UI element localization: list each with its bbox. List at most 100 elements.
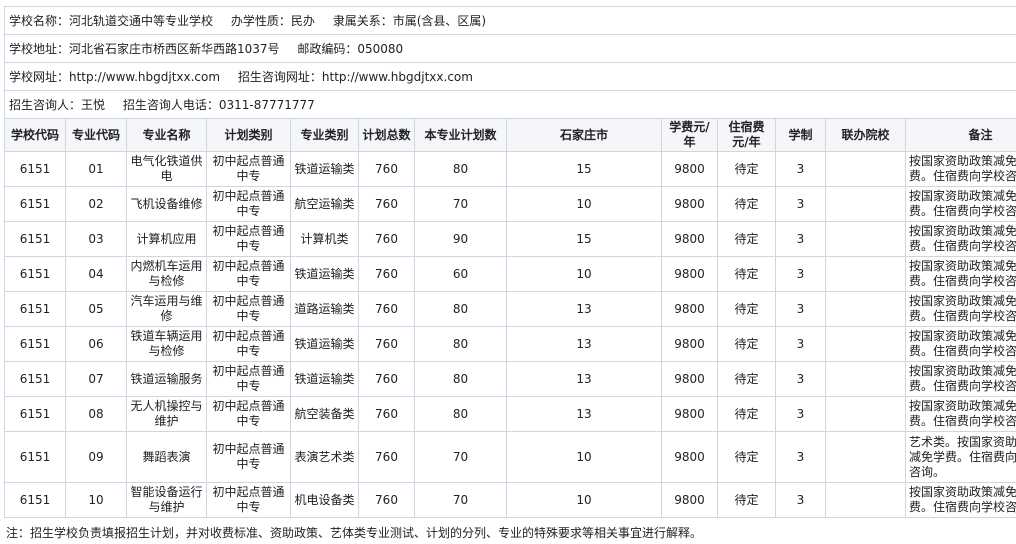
cell-partner [825,396,906,432]
cell-total: 760 [358,326,415,362]
cell-category: 航空装备类 [290,396,359,432]
header-plan-type: 计划类别 [206,118,291,152]
cell-partner [825,221,906,257]
cell-category: 表演艺术类 [290,431,359,483]
cell-partner [825,431,906,483]
cell-school-code: 6151 [4,326,66,362]
cell-partner [825,291,906,327]
cell-total: 760 [358,256,415,292]
cell-tuition: 9800 [661,291,718,327]
cell-major-plan: 60 [414,256,507,292]
cell-shijiazhuang: 13 [506,396,662,432]
info-row-website: 学校网址：http://www.hbgdjtxx.com 招生咨询网址：http… [4,62,1016,91]
cell-plan-type: 初中起点普通中专 [206,186,291,222]
table-row: 6151 08 无人机操控与维护 初中起点普通中专 航空装备类 760 80 13 9800 待定… [4,396,1016,432]
cell-total: 760 [358,291,415,327]
cell-tuition: 9800 [661,186,718,222]
cell-shijiazhuang: 10 [506,431,662,483]
cell-shijiazhuang: 10 [506,256,662,292]
cell-lodging: 待定 [717,291,776,327]
cell-school-code: 6151 [4,431,66,483]
cell-years: 3 [775,482,826,518]
cell-school-code: 6151 [4,482,66,518]
header-total: 计划总数 [358,118,415,152]
enroll-website-link[interactable]: 招生咨询网址：http://www.hbgdjtxx.com [238,70,473,84]
cell-major-name: 电气化铁道供电 [126,151,207,187]
cell-partner [825,482,906,518]
cell-major-plan: 80 [414,396,507,432]
cell-major-name: 无人机操控与维护 [126,396,207,432]
cell-note: 按国家资助政策减免学费。住宿费向学校咨询。 [905,221,1016,257]
table-row: 6151 10 智能设备运行与维护 初中起点普通中专 机电设备类 760 70 10 9800 待… [4,482,1016,518]
cell-major-code: 06 [65,326,127,362]
cell-school-code: 6151 [4,221,66,257]
cell-years: 3 [775,361,826,397]
cell-major-code: 07 [65,361,127,397]
cell-major-plan: 70 [414,431,507,483]
table-row: 6151 04 内燃机车运用与检修 初中起点普通中专 铁道运输类 760 60 10 9800 待… [4,256,1016,292]
school-postcode: 邮政编码：050080 [297,42,404,56]
cell-lodging: 待定 [717,256,776,292]
table-header-row: 学校代码 专业代码 专业名称 计划类别 专业类别 计划总数 本专业计划数 石家庄… [4,118,1016,152]
cell-years: 3 [775,291,826,327]
header-years: 学制 [775,118,826,152]
cell-lodging: 待定 [717,396,776,432]
cell-major-code: 10 [65,482,127,518]
cell-major-name: 铁道车辆运用与检修 [126,326,207,362]
cell-tuition: 9800 [661,396,718,432]
cell-tuition: 9800 [661,326,718,362]
cell-shijiazhuang: 10 [506,186,662,222]
cell-category: 道路运输类 [290,291,359,327]
cell-major-plan: 70 [414,186,507,222]
cell-plan-type: 初中起点普通中专 [206,151,291,187]
cell-major-name: 舞蹈表演 [126,431,207,483]
enrollment-table: 学校名称：河北轨道交通中等专业学校 办学性质：民办 隶属关系：市属(含县、区属)… [4,6,1016,518]
cell-major-name: 飞机设备维修 [126,186,207,222]
cell-years: 3 [775,151,826,187]
cell-years: 3 [775,256,826,292]
cell-note: 按国家资助政策减免学费。住宿费向学校咨询。 [905,256,1016,292]
contact-person: 招生咨询人：王悦 [9,98,106,112]
cell-lodging: 待定 [717,186,776,222]
cell-years: 3 [775,221,826,257]
cell-total: 760 [358,431,415,483]
cell-lodging: 待定 [717,326,776,362]
header-major-name: 专业名称 [126,118,207,152]
cell-plan-type: 初中起点普通中专 [206,326,291,362]
cell-major-code: 08 [65,396,127,432]
header-major-code: 专业代码 [65,118,127,152]
table-row: 6151 05 汽车运用与维修 初中起点普通中专 道路运输类 760 80 13 9800 待定 3… [4,291,1016,327]
info-row-address: 学校地址：河北省石家庄市桥西区新华西路1037号 邮政编码：050080 [4,34,1016,63]
cell-years: 3 [775,431,826,483]
cell-major-code: 05 [65,291,127,327]
cell-major-plan: 80 [414,361,507,397]
cell-major-code: 02 [65,186,127,222]
cell-note: 艺术类。按国家资助政策减免学费。住宿费向学校咨询。 [905,431,1016,483]
cell-years: 3 [775,326,826,362]
header-partner: 联办院校 [825,118,906,152]
cell-category: 铁道运输类 [290,361,359,397]
cell-shijiazhuang: 13 [506,326,662,362]
school-name: 学校名称：河北轨道交通中等专业学校 [9,14,214,28]
header-school-code: 学校代码 [4,118,66,152]
cell-note: 按国家资助政策减免学费。住宿费向学校咨询。 [905,186,1016,222]
header-category: 专业类别 [290,118,359,152]
table-row: 6151 07 铁道运输服务 初中起点普通中专 铁道运输类 760 80 13 9800 待定 3 按… [4,361,1016,397]
cell-major-code: 03 [65,221,127,257]
cell-years: 3 [775,396,826,432]
cell-major-name: 内燃机车运用与检修 [126,256,207,292]
school-address: 学校地址：河北省石家庄市桥西区新华西路1037号 [9,42,280,56]
cell-major-code: 09 [65,431,127,483]
school-website-link[interactable]: 学校网址：http://www.hbgdjtxx.com [9,70,220,84]
cell-category: 计算机类 [290,221,359,257]
cell-major-plan: 80 [414,151,507,187]
cell-note: 按国家资助政策减免学费。住宿费向学校咨询。 [905,326,1016,362]
cell-category: 铁道运输类 [290,256,359,292]
cell-school-code: 6151 [4,256,66,292]
cell-lodging: 待定 [717,431,776,483]
cell-plan-type: 初中起点普通中专 [206,396,291,432]
cell-school-code: 6151 [4,151,66,187]
cell-plan-type: 初中起点普通中专 [206,221,291,257]
header-note: 备注 [905,118,1016,152]
cell-total: 760 [358,186,415,222]
